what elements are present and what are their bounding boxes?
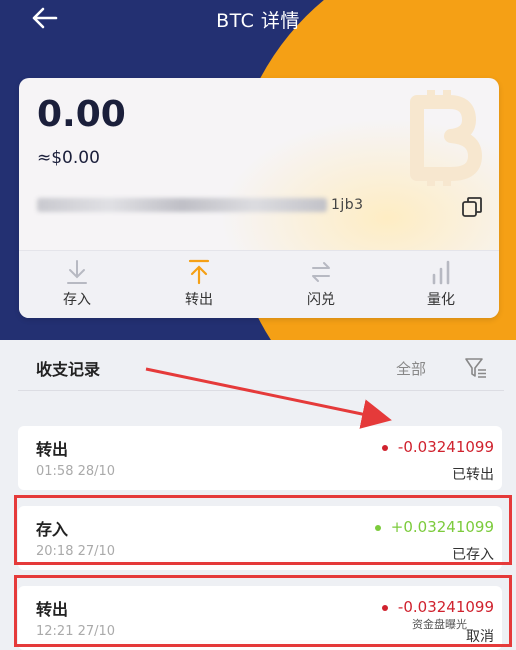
annotation-arrow xyxy=(145,367,392,429)
watermark: 资金盘曝光 xyxy=(412,618,467,631)
